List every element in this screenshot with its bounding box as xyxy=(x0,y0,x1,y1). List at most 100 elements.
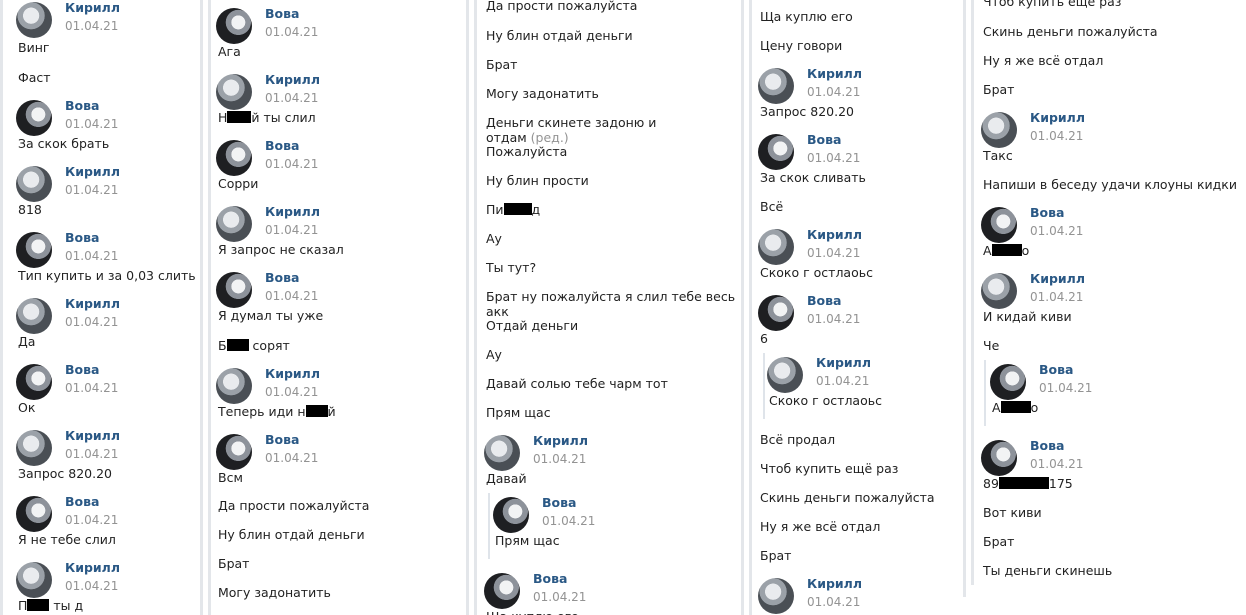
author-name[interactable]: Вова xyxy=(65,230,99,245)
author-name[interactable]: Кирилл xyxy=(65,428,120,443)
author-name[interactable]: Вова xyxy=(265,270,299,285)
message-date[interactable]: 01.04.21 xyxy=(807,85,860,99)
author-name[interactable]: Кирилл xyxy=(265,72,320,87)
message-date[interactable]: 01.04.21 xyxy=(265,289,318,303)
message-date[interactable]: 01.04.21 xyxy=(1030,129,1083,143)
message-date[interactable]: 01.04.21 xyxy=(65,315,118,329)
avatar[interactable] xyxy=(16,364,52,400)
avatar[interactable] xyxy=(758,68,794,104)
message-date[interactable]: 01.04.21 xyxy=(533,452,586,466)
forwarded-message-text: Ао xyxy=(992,400,1038,415)
author-name[interactable]: Кирилл xyxy=(65,296,120,311)
author-name[interactable]: Вова xyxy=(807,132,841,147)
author-name[interactable]: Вова xyxy=(1030,205,1064,220)
message-date[interactable]: 01.04.21 xyxy=(65,513,118,527)
message-date[interactable]: 01.04.21 xyxy=(807,246,860,260)
author-name[interactable]: Кирилл xyxy=(1030,271,1085,286)
author-name[interactable]: Вова xyxy=(265,138,299,153)
avatar[interactable] xyxy=(216,272,252,308)
avatar[interactable] xyxy=(16,2,52,38)
message-date[interactable]: 01.04.21 xyxy=(65,117,118,131)
forwarded-author-name[interactable]: Кирилл xyxy=(816,355,871,370)
message-text: Прям щас xyxy=(486,405,551,420)
avatar[interactable] xyxy=(981,112,1017,148)
author-name[interactable]: Вова xyxy=(65,362,99,377)
message-date[interactable]: 01.04.21 xyxy=(1030,290,1083,304)
message-date[interactable]: 01.04.21 xyxy=(65,19,118,33)
avatar[interactable] xyxy=(216,368,252,404)
author-name[interactable]: Кирилл xyxy=(265,204,320,219)
author-name[interactable]: Кирилл xyxy=(807,576,862,591)
message-date[interactable]: 01.04.21 xyxy=(65,579,118,593)
message-date[interactable]: 01.04.21 xyxy=(265,385,318,399)
message-date[interactable]: 01.04.21 xyxy=(807,312,860,326)
forwarded-avatar[interactable] xyxy=(990,364,1026,400)
avatar[interactable] xyxy=(216,74,252,110)
author-name[interactable]: Вова xyxy=(265,432,299,447)
author-name[interactable]: Кирилл xyxy=(1030,110,1085,125)
author-name[interactable]: Вова xyxy=(265,6,299,21)
forwarded-avatar[interactable] xyxy=(767,357,803,393)
message-date[interactable]: 01.04.21 xyxy=(1030,224,1083,238)
author-name[interactable]: Кирилл xyxy=(807,66,862,81)
author-name[interactable]: Вова xyxy=(65,98,99,113)
avatar[interactable] xyxy=(484,435,520,471)
message-date[interactable]: 01.04.21 xyxy=(65,447,118,461)
message-text: Ау xyxy=(486,231,502,246)
message-text-part: Прям щас xyxy=(486,405,551,420)
author-name[interactable]: Кирилл xyxy=(65,0,120,15)
avatar[interactable] xyxy=(758,134,794,170)
column-divider xyxy=(749,0,752,615)
author-name[interactable]: Кирилл xyxy=(65,164,120,179)
avatar[interactable] xyxy=(16,232,52,268)
message-date[interactable]: 01.04.21 xyxy=(807,151,860,165)
message-date[interactable]: 01.04.21 xyxy=(265,451,318,465)
avatar[interactable] xyxy=(216,140,252,176)
author-name[interactable]: Вова xyxy=(533,571,567,586)
avatar[interactable] xyxy=(981,207,1017,243)
message-date[interactable]: 01.04.21 xyxy=(533,590,586,604)
avatar[interactable] xyxy=(16,166,52,202)
message-date[interactable]: 01.04.21 xyxy=(65,183,118,197)
avatar[interactable] xyxy=(216,206,252,242)
avatar[interactable] xyxy=(216,434,252,470)
message-date[interactable]: 01.04.21 xyxy=(265,25,318,39)
avatar[interactable] xyxy=(981,273,1017,309)
forwarded-message-date[interactable]: 01.04.21 xyxy=(816,374,869,388)
avatar[interactable] xyxy=(16,100,52,136)
author-name[interactable]: Вова xyxy=(1030,438,1064,453)
author-name[interactable]: Кирилл xyxy=(65,560,120,575)
avatar[interactable] xyxy=(16,430,52,466)
avatar[interactable] xyxy=(981,440,1017,476)
forwarded-author-name[interactable]: Вова xyxy=(542,495,576,510)
avatar[interactable] xyxy=(16,496,52,532)
message-date[interactable]: 01.04.21 xyxy=(265,223,318,237)
message-date[interactable]: 01.04.21 xyxy=(65,381,118,395)
message-text-part: Ну блин прости xyxy=(486,173,589,188)
message-date[interactable]: 01.04.21 xyxy=(265,157,318,171)
avatar[interactable] xyxy=(758,229,794,265)
avatar[interactable] xyxy=(758,578,794,614)
forwarded-message-date[interactable]: 01.04.21 xyxy=(542,514,595,528)
avatar[interactable] xyxy=(16,298,52,334)
avatar[interactable] xyxy=(758,295,794,331)
forwarded-message-date[interactable]: 01.04.21 xyxy=(1039,381,1092,395)
message-date[interactable]: 01.04.21 xyxy=(807,595,860,609)
message-date[interactable]: 01.04.21 xyxy=(65,249,118,263)
message-text: Давай солью тебе чарм тот xyxy=(486,376,668,391)
author-name[interactable]: Вова xyxy=(65,494,99,509)
author-name[interactable]: Кирилл xyxy=(807,227,862,242)
author-name[interactable]: Кирилл xyxy=(533,433,588,448)
avatar[interactable] xyxy=(16,562,52,598)
message-date[interactable]: 01.04.21 xyxy=(1030,457,1083,471)
author-name[interactable]: Вова xyxy=(807,293,841,308)
author-name[interactable]: Кирилл xyxy=(265,366,320,381)
message-date[interactable]: 01.04.21 xyxy=(265,91,318,105)
forwarded-author-name[interactable]: Вова xyxy=(1039,362,1073,377)
avatar[interactable] xyxy=(484,573,520,609)
message-text-part: За скок брать xyxy=(18,136,110,151)
message-text: Вот киви xyxy=(983,505,1042,520)
message-text-part: Тип купить и за 0,03 слить xyxy=(18,268,196,283)
avatar[interactable] xyxy=(216,8,252,44)
forwarded-avatar[interactable] xyxy=(493,497,529,533)
